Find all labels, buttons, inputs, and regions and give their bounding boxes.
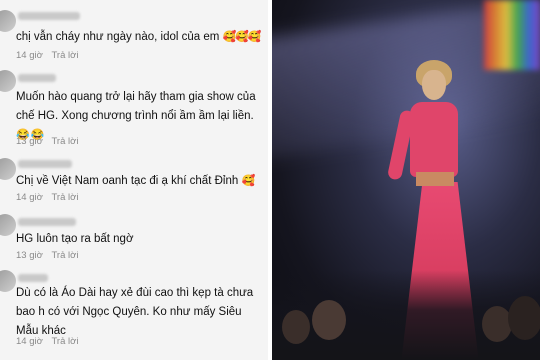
comment-time: 14 giờ (16, 50, 43, 61)
runway-photo (272, 0, 540, 360)
comment-item: HG luôn tạo ra bất ngờ 13 giờ Trả lời (0, 210, 268, 262)
model-waist (416, 172, 454, 186)
comment-time: 14 giờ (16, 336, 43, 347)
username-blurred[interactable] (18, 218, 76, 226)
comment-meta: 14 giờ Trả lời (16, 336, 78, 347)
reply-button[interactable]: Trả lời (51, 192, 78, 203)
avatar[interactable] (0, 270, 16, 292)
comment-item: Muốn hào quang trở lại hãy tham gia show… (0, 66, 268, 152)
reply-button[interactable]: Trả lời (51, 336, 78, 347)
username-blurred[interactable] (18, 160, 72, 168)
avatar[interactable] (0, 158, 16, 180)
comment-time: 14 giờ (16, 192, 43, 203)
model-head (422, 70, 446, 100)
audience-head (312, 300, 346, 340)
emoji: 🥰 (241, 175, 255, 187)
comment-text: chị vẫn cháy như ngày nào, idol của em 🥰… (16, 31, 262, 43)
avatar[interactable] (0, 214, 16, 236)
audience-head (482, 306, 512, 342)
comment-text: Chị về Việt Nam oanh tạc đi ạ khí chất Đ… (16, 175, 255, 187)
avatar[interactable] (0, 70, 16, 92)
username-blurred[interactable] (18, 12, 80, 20)
audience-head (508, 296, 540, 340)
avatar[interactable] (0, 10, 16, 32)
comment-time: 13 giờ (16, 136, 43, 147)
comment-text: HG luôn tạo ra bất ngờ (16, 233, 134, 245)
reply-button[interactable]: Trả lời (51, 136, 78, 147)
comment-item: Chị về Việt Nam oanh tạc đi ạ khí chất Đ… (0, 156, 268, 206)
comments-panel: chị vẫn cháy như ngày nào, idol của em 🥰… (0, 0, 268, 360)
model-dress (410, 102, 458, 177)
emoji: 🥰🥰🥰 (222, 31, 262, 43)
comment-meta: 14 giờ Trả lời (16, 50, 78, 61)
comment-item: Dù có là Áo Dài hay xẻ đùi cao thì kẹp t… (0, 266, 268, 360)
comment-item: chị vẫn cháy như ngày nào, idol của em 🥰… (0, 0, 268, 64)
audience (272, 270, 540, 360)
comment-time: 13 giờ (16, 250, 43, 261)
reply-button[interactable]: Trả lời (51, 250, 78, 261)
audience-head (282, 310, 310, 344)
comment-meta: 13 giờ Trả lời (16, 250, 78, 261)
username-blurred[interactable] (18, 74, 56, 82)
comment-meta: 14 giờ Trả lời (16, 192, 78, 203)
username-blurred[interactable] (18, 274, 48, 282)
rainbow-backdrop (484, 0, 540, 70)
comment-meta: 13 giờ Trả lời (16, 136, 78, 147)
comment-text: Dù có là Áo Dài hay xẻ đùi cao thì kẹp t… (16, 287, 254, 337)
reply-button[interactable]: Trả lời (51, 50, 78, 61)
